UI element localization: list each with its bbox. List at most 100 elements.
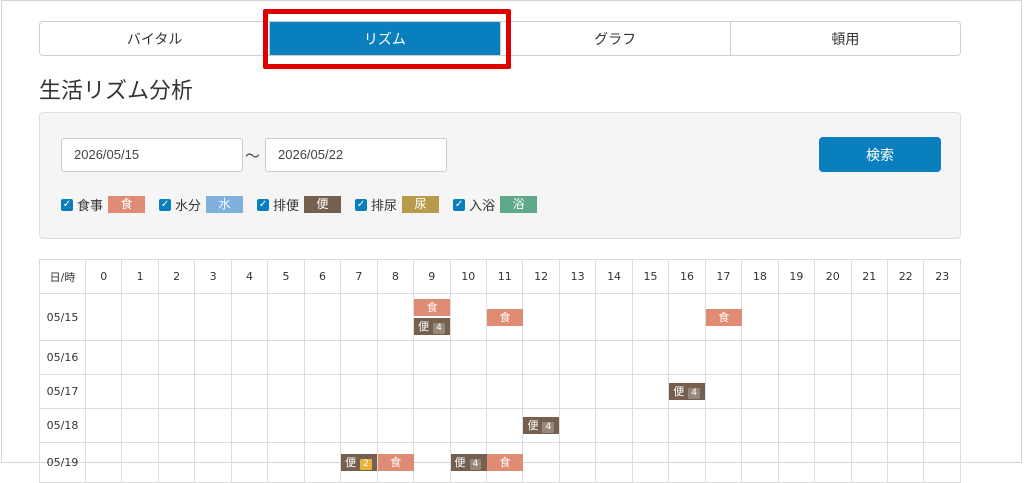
hour-cell[interactable] bbox=[886, 408, 925, 443]
hour-cell[interactable] bbox=[777, 408, 816, 443]
hour-cell[interactable] bbox=[340, 374, 378, 409]
hour-cell[interactable] bbox=[303, 293, 342, 341]
hour-cell[interactable] bbox=[157, 374, 196, 409]
hour-cell[interactable] bbox=[449, 374, 487, 409]
hour-cell[interactable]: 便4 bbox=[522, 408, 560, 443]
hour-cell[interactable] bbox=[886, 293, 925, 341]
hour-cell[interactable] bbox=[449, 408, 487, 443]
hour-cell[interactable] bbox=[522, 340, 560, 375]
hour-cell[interactable] bbox=[303, 374, 342, 409]
hour-cell[interactable] bbox=[84, 293, 123, 341]
hour-cell[interactable] bbox=[923, 374, 961, 409]
hour-cell[interactable] bbox=[741, 408, 779, 443]
hour-cell[interactable] bbox=[704, 408, 743, 443]
hour-cell[interactable] bbox=[850, 374, 888, 409]
tab-vital[interactable]: バイタル bbox=[40, 22, 271, 55]
checkbox-icon[interactable]: ✓ bbox=[355, 198, 368, 211]
hour-cell[interactable] bbox=[230, 293, 269, 341]
hour-cell[interactable] bbox=[303, 408, 342, 443]
hour-cell[interactable] bbox=[777, 340, 816, 375]
hour-cell[interactable] bbox=[194, 340, 232, 375]
stool-marker[interactable]: 便4 bbox=[669, 383, 706, 400]
hour-cell[interactable] bbox=[230, 340, 269, 375]
hour-cell[interactable] bbox=[558, 293, 597, 341]
checkbox-icon[interactable]: ✓ bbox=[61, 198, 73, 211]
hour-cell[interactable]: 食 bbox=[704, 293, 743, 341]
hour-cell[interactable] bbox=[267, 408, 305, 443]
checkbox-icon[interactable]: ✓ bbox=[257, 198, 270, 211]
hour-cell[interactable] bbox=[741, 374, 779, 409]
hour-cell[interactable] bbox=[485, 374, 524, 409]
hour-cell[interactable] bbox=[121, 408, 159, 443]
hour-cell[interactable] bbox=[814, 293, 852, 341]
hour-cell[interactable] bbox=[376, 408, 415, 443]
hour-cell[interactable] bbox=[376, 340, 415, 375]
checkbox-icon[interactable]: ✓ bbox=[453, 198, 466, 211]
hour-cell[interactable] bbox=[84, 340, 123, 375]
filter-4[interactable]: ✓ 入浴浴 bbox=[453, 195, 538, 214]
hour-cell[interactable] bbox=[413, 374, 451, 409]
hour-cell[interactable] bbox=[558, 374, 597, 409]
hour-cell[interactable] bbox=[923, 408, 961, 443]
tab-prn[interactable]: 頓用 bbox=[731, 22, 960, 55]
filter-1[interactable]: ✓ 水分水 bbox=[159, 195, 244, 214]
hour-cell[interactable] bbox=[485, 340, 524, 375]
checkbox-icon[interactable]: ✓ bbox=[159, 198, 172, 211]
hour-cell[interactable] bbox=[558, 340, 597, 375]
hour-cell[interactable] bbox=[84, 408, 123, 443]
hour-cell[interactable] bbox=[923, 293, 961, 341]
stool-marker[interactable]: 便4 bbox=[523, 417, 560, 434]
hour-cell[interactable] bbox=[194, 408, 232, 443]
hour-cell[interactable] bbox=[668, 293, 706, 341]
hour-cell[interactable] bbox=[558, 408, 597, 443]
hour-cell[interactable] bbox=[340, 340, 378, 375]
hour-cell[interactable] bbox=[595, 408, 633, 443]
hour-cell[interactable] bbox=[850, 293, 888, 341]
hour-cell[interactable] bbox=[84, 374, 123, 409]
hour-cell[interactable] bbox=[668, 340, 706, 375]
hour-cell[interactable] bbox=[340, 408, 378, 443]
hour-cell[interactable]: 食便4 bbox=[413, 293, 451, 341]
hour-cell[interactable] bbox=[376, 374, 415, 409]
hour-cell[interactable] bbox=[704, 374, 743, 409]
hour-cell[interactable] bbox=[923, 340, 961, 375]
hour-cell[interactable] bbox=[595, 293, 633, 341]
hour-cell[interactable] bbox=[741, 293, 779, 341]
hour-cell[interactable] bbox=[376, 293, 415, 341]
hour-cell[interactable] bbox=[886, 340, 925, 375]
hour-cell[interactable] bbox=[850, 340, 888, 375]
hour-cell[interactable] bbox=[413, 408, 451, 443]
hour-cell[interactable] bbox=[121, 374, 159, 409]
filter-3[interactable]: ✓ 排尿尿 bbox=[355, 195, 440, 214]
hour-cell[interactable] bbox=[777, 374, 816, 409]
hour-cell[interactable] bbox=[814, 408, 852, 443]
meal-marker[interactable]: 食 bbox=[414, 299, 451, 316]
hour-cell[interactable] bbox=[485, 408, 524, 443]
hour-cell[interactable] bbox=[595, 374, 633, 409]
hour-cell[interactable]: 食 bbox=[485, 293, 524, 341]
hour-cell[interactable] bbox=[631, 374, 670, 409]
filter-2[interactable]: ✓ 排便便 bbox=[257, 195, 342, 214]
hour-cell[interactable] bbox=[230, 408, 269, 443]
hour-cell[interactable] bbox=[157, 293, 196, 341]
hour-cell[interactable] bbox=[194, 293, 232, 341]
hour-cell[interactable] bbox=[267, 340, 305, 375]
hour-cell[interactable] bbox=[814, 374, 852, 409]
hour-cell[interactable] bbox=[121, 293, 159, 341]
hour-cell[interactable] bbox=[230, 374, 269, 409]
tab-graph[interactable]: グラフ bbox=[501, 22, 731, 55]
hour-cell[interactable] bbox=[814, 340, 852, 375]
filter-0[interactable]: ✓ 食事食 bbox=[61, 195, 146, 214]
hour-cell[interactable] bbox=[340, 293, 378, 341]
hour-cell[interactable] bbox=[449, 340, 487, 375]
meal-marker[interactable]: 食 bbox=[705, 308, 742, 326]
hour-cell[interactable] bbox=[157, 340, 196, 375]
hour-cell[interactable] bbox=[631, 408, 670, 443]
hour-cell[interactable] bbox=[522, 293, 560, 341]
tab-rhythm[interactable]: リズム bbox=[270, 22, 501, 55]
hour-cell[interactable] bbox=[194, 374, 232, 409]
stool-marker[interactable]: 便4 bbox=[414, 318, 451, 335]
hour-cell[interactable] bbox=[777, 293, 816, 341]
hour-cell[interactable]: 便4 bbox=[668, 374, 706, 409]
hour-cell[interactable] bbox=[267, 374, 305, 409]
